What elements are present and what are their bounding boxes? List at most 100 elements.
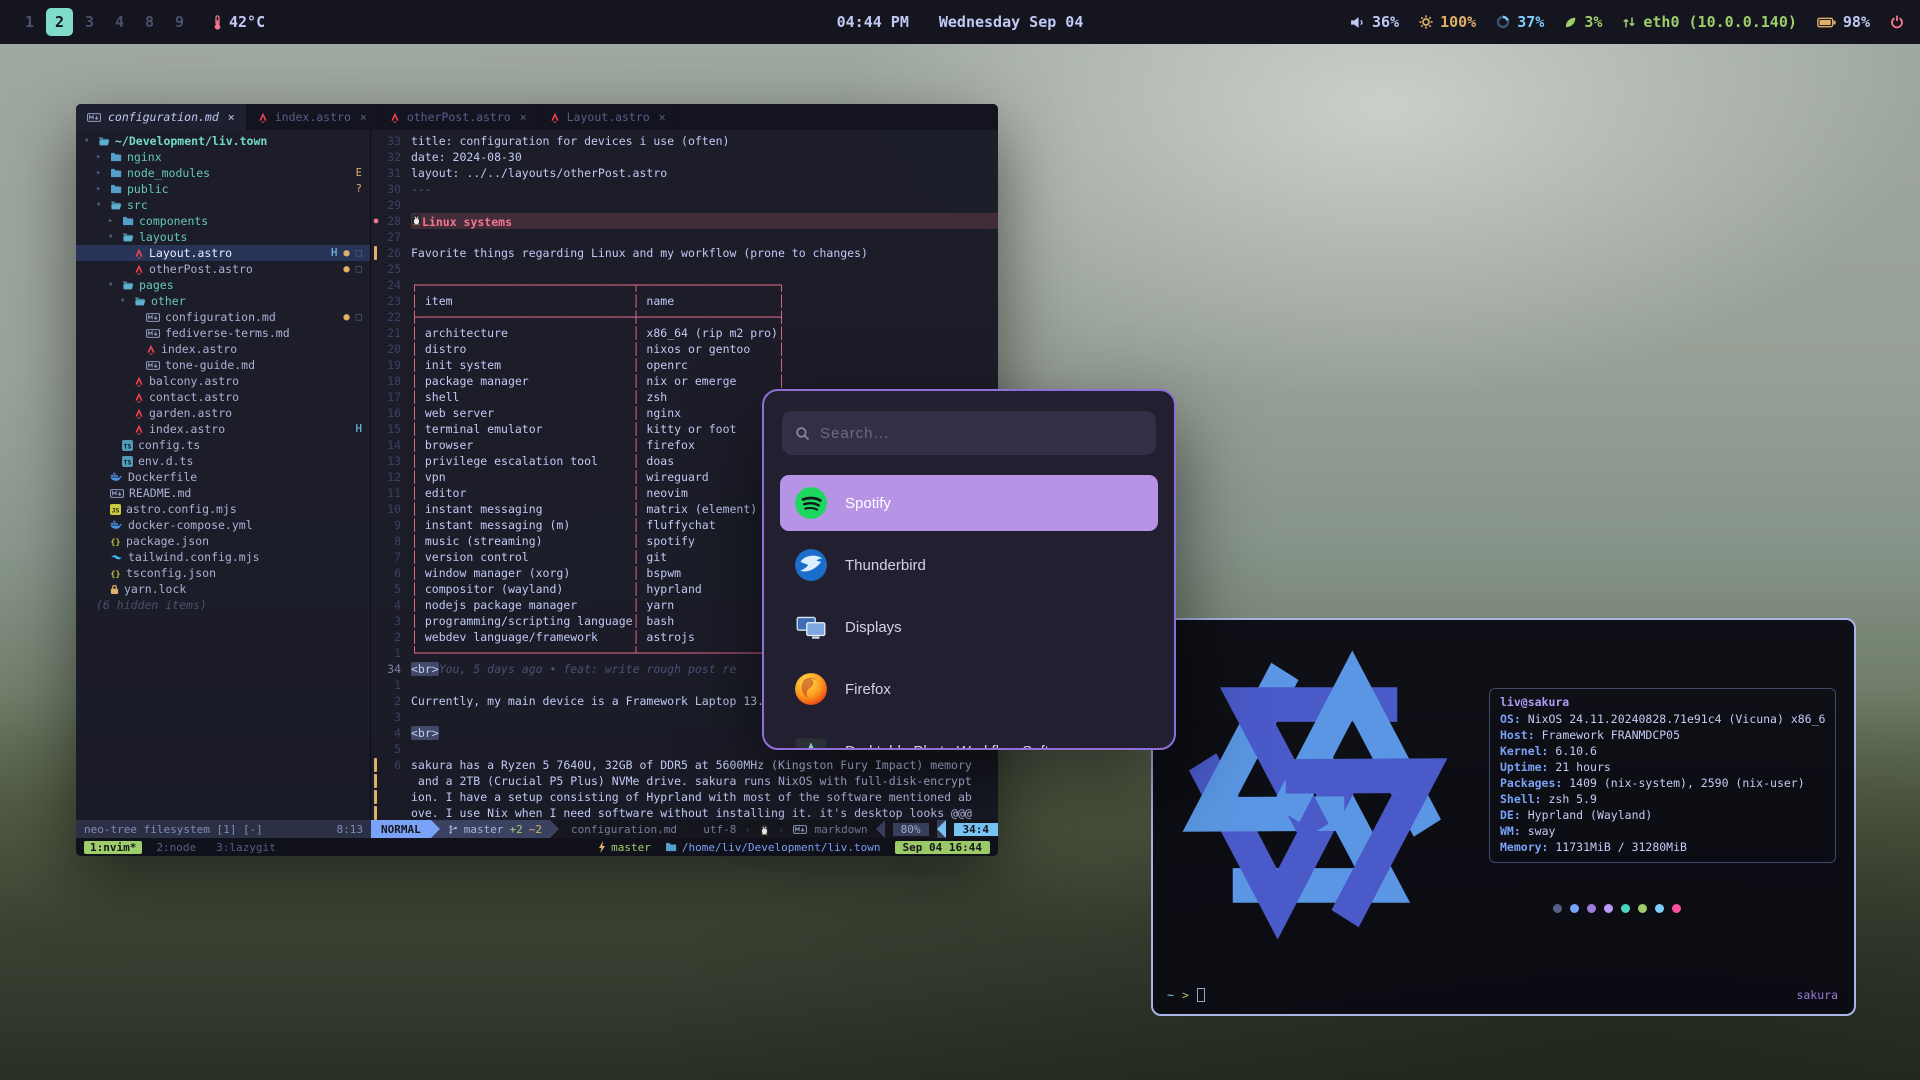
git-change-sign	[371, 773, 381, 789]
tree-dir-public[interactable]: ▸public?	[76, 181, 370, 197]
topbar-module-gauge[interactable]: 37%	[1496, 13, 1544, 31]
git-change-sign	[371, 805, 381, 820]
sign-column	[371, 309, 381, 325]
shell-prompt[interactable]: ~ >	[1167, 988, 1205, 1002]
topbar-module-gear[interactable]: 100%	[1419, 13, 1476, 31]
launcher-item-thunderbird[interactable]: Thunderbird	[780, 537, 1158, 593]
topbar-module-power[interactable]	[1890, 15, 1904, 29]
line-number: 1	[381, 645, 411, 661]
tree-file-index-astro[interactable]: index.astroH	[76, 421, 370, 437]
tree-file-otherpost-astro[interactable]: otherPost.astro●□	[76, 261, 370, 277]
tree-dir-nginx[interactable]: ▸nginx	[76, 149, 370, 165]
tree-item-label: layouts	[139, 230, 187, 244]
workspace-4[interactable]: 4	[106, 8, 133, 36]
search-icon	[795, 426, 810, 441]
temperature-widget[interactable]: 42°C	[213, 13, 265, 31]
tree-file-config-ts[interactable]: TSconfig.ts	[76, 437, 370, 453]
launcher-item-darktable-photo-workflow-software[interactable]: Darktable Photo Workflow Software	[780, 723, 1158, 750]
line-number: 21	[381, 325, 411, 341]
astro-icon	[134, 392, 144, 403]
tab-otherpost-astro[interactable]: otherPost.astro×	[379, 104, 539, 130]
workspace-8[interactable]: 8	[136, 8, 163, 36]
tab-layout-astro[interactable]: Layout.astro×	[539, 104, 678, 130]
close-icon[interactable]: ×	[520, 110, 527, 124]
tree-file-env-d-ts[interactable]: TSenv.d.ts	[76, 453, 370, 469]
tree-item-label: package.json	[126, 534, 209, 548]
tree-dir-components[interactable]: ▸components	[76, 213, 370, 229]
tree-dir-pages[interactable]: ▾pages	[76, 277, 370, 293]
workspace-2[interactable]: 2	[46, 8, 73, 36]
tree-file-readme-md[interactable]: README.md	[76, 485, 370, 501]
sign-column	[371, 549, 381, 565]
palette-dot	[1587, 904, 1596, 913]
tree-file-contact-astro[interactable]: contact.astro	[76, 389, 370, 405]
line-number: 27	[381, 229, 411, 245]
tab-configuration-md[interactable]: configuration.md×	[76, 104, 247, 130]
tree-badge: ●	[343, 263, 349, 275]
terminal-window[interactable]: liv@sakura OS: NixOS 24.11.20240828.71e9…	[1151, 618, 1856, 1016]
tab-index-astro[interactable]: index.astro×	[247, 104, 379, 130]
tmux-window-3-lazygit[interactable]: 3:lazygit	[210, 841, 282, 854]
sign-column	[371, 421, 381, 437]
tree-file-configuration-md[interactable]: configuration.md●□	[76, 309, 370, 325]
fetch-label: Memory:	[1500, 840, 1548, 854]
tree-item-label: README.md	[129, 486, 191, 500]
lightning-icon	[598, 841, 606, 853]
close-icon[interactable]: ×	[659, 110, 666, 124]
fetch-line-wm: WM: sway	[1500, 823, 1825, 839]
workspace-3[interactable]: 3	[76, 8, 103, 36]
tmux-window-2-node[interactable]: 2:node	[150, 841, 202, 854]
tree-dir-node-modules[interactable]: ▸node_modulesE	[76, 165, 370, 181]
line-number: 19	[381, 357, 411, 373]
table-cell-name: astrojs	[646, 629, 778, 645]
thunderbird-icon	[794, 548, 828, 582]
tree-root[interactable]: ▾~/Development/liv.town	[76, 133, 370, 149]
fetch-label: Shell:	[1500, 792, 1542, 806]
launcher-item-spotify[interactable]: Spotify	[780, 475, 1158, 531]
line-number	[381, 789, 411, 805]
topbar-module-network[interactable]: eth0 (10.0.0.140)	[1622, 13, 1797, 31]
tree-file-tailwind-config-mjs[interactable]: tailwind.config.mjs	[76, 549, 370, 565]
tree-file-dockerfile[interactable]: Dockerfile	[76, 469, 370, 485]
tree-file-layout-astro[interactable]: Layout.astroH●□	[76, 245, 370, 261]
tree-file-fediverse-terms-md[interactable]: fediverse-terms.md	[76, 325, 370, 341]
tree-file-garden-astro[interactable]: garden.astro	[76, 405, 370, 421]
sign-column	[371, 741, 381, 757]
topbar-module-leaf[interactable]: 3%	[1564, 13, 1602, 31]
table-cell-name: bash	[646, 613, 778, 629]
launcher-search[interactable]	[782, 411, 1156, 455]
workspace-9[interactable]: 9	[166, 8, 193, 36]
launcher-item-displays[interactable]: Displays	[780, 599, 1158, 655]
sign-column	[371, 181, 381, 197]
topbar-module-volume[interactable]: 36%	[1350, 13, 1399, 31]
workspace-1[interactable]: 1	[16, 8, 43, 36]
tree-file-docker-compose-yml[interactable]: docker-compose.yml	[76, 517, 370, 533]
tree-file-balcony-astro[interactable]: balcony.astro	[76, 373, 370, 389]
table-cell-item: window manager (xorg)	[425, 565, 633, 581]
table-cell-name: nix or emerge	[646, 373, 778, 389]
tree-file-yarn-lock[interactable]: yarn.lock	[76, 581, 370, 597]
fetch-line-memory: Memory: 11731MiB / 31280MiB	[1500, 839, 1825, 855]
close-icon[interactable]: ×	[360, 110, 367, 124]
tree-dir-layouts[interactable]: ▾layouts	[76, 229, 370, 245]
tree-dir-other[interactable]: ▾other	[76, 293, 370, 309]
neotree-status-text: neo-tree filesystem [1] [-]	[84, 823, 263, 836]
fetch-label: DE:	[1500, 808, 1521, 822]
topbar-module-battery[interactable]: 98%	[1817, 13, 1870, 31]
tree-file-astro-config-mjs[interactable]: JSastro.config.mjs	[76, 501, 370, 517]
line-content: ion. I have a setup consisting of Hyprla…	[411, 789, 998, 805]
launcher-item-firefox[interactable]: Firefox	[780, 661, 1158, 717]
search-input[interactable]	[820, 425, 1143, 442]
tree-file-tsconfig-json[interactable]: {}tsconfig.json	[76, 565, 370, 581]
line-content: date: 2024-08-30	[411, 149, 998, 165]
tree-file-index-astro[interactable]: index.astro	[76, 341, 370, 357]
tree-dir-src[interactable]: ▾src	[76, 197, 370, 213]
close-icon[interactable]: ×	[228, 110, 235, 124]
line-number: 16	[381, 405, 411, 421]
fetch-label: Kernel:	[1500, 744, 1548, 758]
tree-file-package-json[interactable]: {}package.json	[76, 533, 370, 549]
desktop-wallpaper: 123489 42°C 04:44 PM Wednesday Sep 04 36…	[0, 0, 1920, 1080]
concealed-html-tag: <br>	[411, 662, 439, 676]
tree-file-tone-guide-md[interactable]: tone-guide.md	[76, 357, 370, 373]
tmux-window-1-nvim[interactable]: 1:nvim*	[84, 841, 142, 854]
